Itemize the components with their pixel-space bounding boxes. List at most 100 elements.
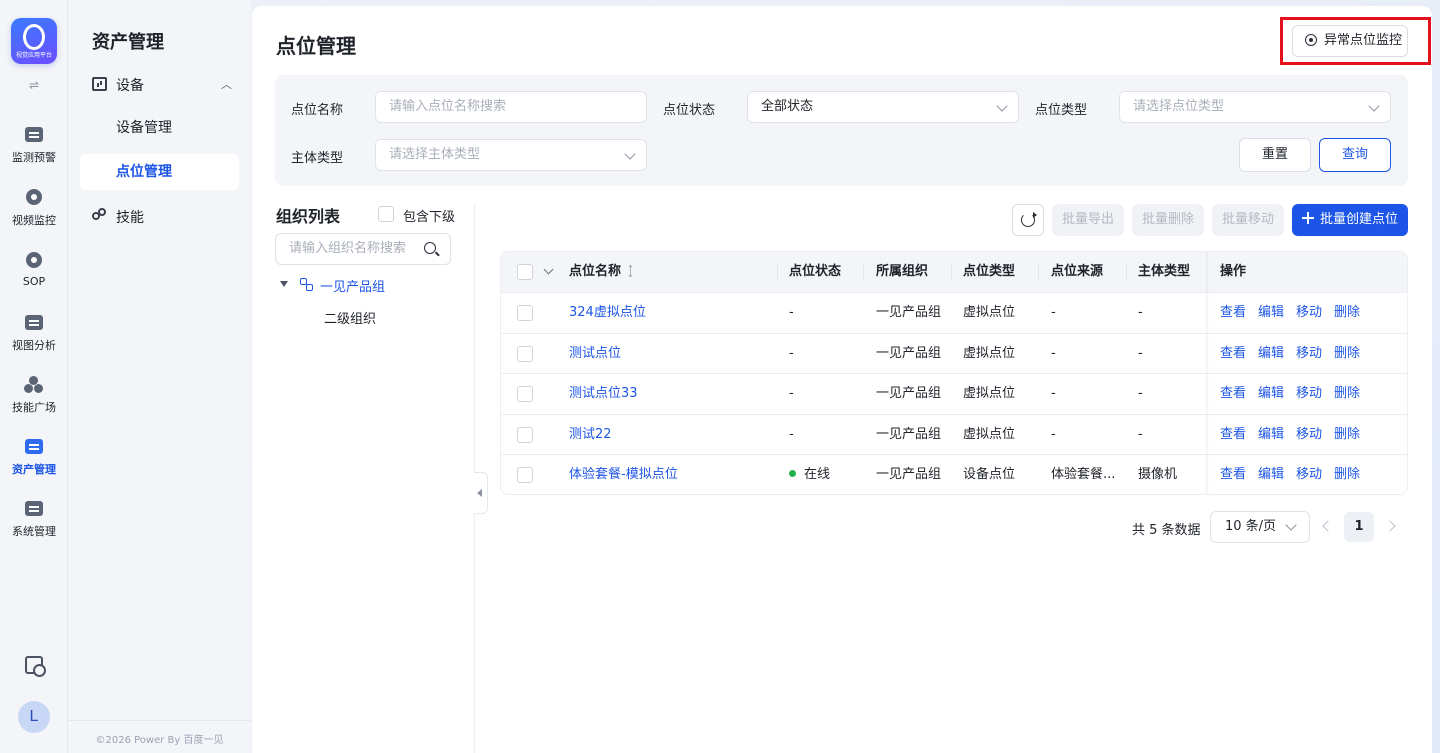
edit-link[interactable]: 编辑 (1258, 467, 1284, 482)
point-type-select[interactable]: 请选择点位类型 (1119, 91, 1391, 123)
batch-delete-button[interactable]: 批量删除 (1132, 204, 1204, 236)
main-panel: 点位管理 异常点位监控 点位名称 请输入点位名称搜索 点位状态 全部状态 点位类… (252, 6, 1432, 753)
move-link[interactable]: 移动 (1296, 467, 1322, 482)
page-size-value: 10 条/页 (1225, 519, 1277, 534)
rail-item-label: 视频监控 (12, 214, 56, 227)
prev-page-icon[interactable] (1322, 520, 1334, 532)
cell-source: - (1051, 386, 1056, 401)
app-logo[interactable]: 视觉应用平台 (11, 18, 57, 64)
delete-link[interactable]: 删除 (1334, 305, 1360, 320)
rail-item-sop[interactable]: SOP (0, 252, 68, 308)
cell-org: 一见产品组 (876, 345, 942, 361)
point-name-link[interactable]: 体验套餐-模拟点位 (569, 455, 678, 494)
view-link[interactable]: 查看 (1220, 467, 1246, 482)
row-actions: 查看 编辑 移动 删除 (1220, 293, 1372, 333)
move-link[interactable]: 移动 (1296, 305, 1322, 320)
rail-item-skill-square[interactable]: 技能广场 (0, 376, 68, 432)
search-icon[interactable] (424, 242, 436, 254)
abnormal-monitor-button[interactable]: 异常点位监控 (1292, 25, 1408, 57)
rail-item-monitoring[interactable]: 监测预警 (0, 126, 68, 182)
refresh-button[interactable] (1012, 204, 1044, 236)
sop-icon (24, 252, 44, 270)
skill-square-icon (24, 376, 44, 394)
point-name-link[interactable]: 测试点位33 (569, 374, 638, 414)
tree-node-root[interactable]: 一见产品组 (320, 276, 385, 295)
chevron-down-icon (1368, 100, 1380, 112)
sidebar-group-device[interactable]: 设备 ︿ (92, 74, 242, 96)
sidebar-item-skill[interactable]: 技能 (92, 206, 242, 228)
view-link[interactable]: 查看 (1220, 305, 1246, 320)
row-actions: 查看 编辑 移动 删除 (1220, 455, 1372, 494)
point-status-select[interactable]: 全部状态 (747, 91, 1019, 123)
query-button[interactable]: 查询 (1319, 138, 1391, 172)
org-list-title: 组织列表 (276, 207, 341, 226)
row-checkbox[interactable] (517, 467, 533, 483)
org-search-input[interactable]: 请输入组织名称搜索 (275, 233, 451, 265)
reset-button[interactable]: 重置 (1239, 138, 1311, 172)
camera-icon (24, 189, 44, 207)
batch-create-button[interactable]: 批量创建点位 (1292, 204, 1408, 236)
sort-icon[interactable]: ↑ ↓ (627, 265, 634, 279)
rail-item-video[interactable]: 视频监控 (0, 189, 68, 245)
delete-link[interactable]: 删除 (1334, 386, 1360, 401)
delete-link[interactable]: 删除 (1334, 427, 1360, 442)
page-size-select[interactable]: 10 条/页 (1210, 511, 1310, 543)
sidebar-item-device-management[interactable]: 设备管理 (80, 110, 239, 146)
cell-status: - (789, 345, 794, 361)
cell-source: - (1051, 426, 1056, 442)
view-link[interactable]: 查看 (1220, 346, 1246, 361)
point-name-link[interactable]: 324虚拟点位 (569, 293, 646, 333)
point-name-link[interactable]: 测试22 (569, 415, 612, 455)
rail-item-system[interactable]: 系统管理 (0, 500, 68, 556)
move-link[interactable]: 移动 (1296, 346, 1322, 361)
select-all-checkbox[interactable] (517, 264, 533, 280)
column-header-org: 所属组织 (876, 264, 929, 279)
row-checkbox[interactable] (517, 305, 533, 321)
cell-org: 一见产品组 (876, 467, 942, 482)
delete-link[interactable]: 删除 (1334, 346, 1360, 361)
delete-link[interactable]: 删除 (1334, 467, 1360, 482)
edit-link[interactable]: 编辑 (1258, 305, 1284, 320)
edit-link[interactable]: 编辑 (1258, 346, 1284, 361)
subject-type-select[interactable]: 请选择主体类型 (375, 139, 647, 171)
move-link[interactable]: 移动 (1296, 427, 1322, 442)
caret-down-icon[interactable] (280, 281, 288, 287)
chevron-down-icon[interactable] (543, 264, 554, 275)
view-link[interactable]: 查看 (1220, 427, 1246, 442)
avatar[interactable]: L (18, 701, 50, 733)
secondary-sidebar: 资产管理 设备 ︿ 设备管理 点位管理 技能 ©2026 Power By 百度… (68, 0, 251, 753)
cell-subject: 摄像机 (1138, 467, 1178, 482)
view-link[interactable]: 查看 (1220, 386, 1246, 401)
org-node-icon (300, 278, 314, 292)
point-name-input[interactable]: 请输入点位名称搜索 (375, 91, 647, 123)
edit-link[interactable]: 编辑 (1258, 386, 1284, 401)
row-actions: 查看 编辑 移动 删除 (1220, 415, 1372, 455)
abnormal-monitor-label: 异常点位监控 (1324, 33, 1403, 48)
rail-item-asset[interactable]: 资产管理 (0, 438, 68, 494)
page-number-current[interactable]: 1 (1344, 512, 1374, 542)
sidebar-group-label: 设备 (116, 78, 144, 94)
tree-node-child[interactable]: 二级组织 (324, 308, 376, 327)
history-icon[interactable] (25, 656, 46, 677)
column-header-type: 点位类型 (963, 264, 1016, 279)
monitor-chart-icon (24, 126, 44, 144)
row-checkbox[interactable] (517, 426, 533, 443)
point-name-link[interactable]: 测试点位 (569, 334, 621, 374)
fixed-column-shadow (1206, 252, 1209, 494)
batch-export-button[interactable]: 批量导出 (1052, 204, 1124, 236)
column-header-ops: 操作 (1220, 264, 1247, 279)
move-link[interactable]: 移动 (1296, 386, 1322, 401)
cell-type: 虚拟点位 (963, 386, 1016, 401)
row-checkbox[interactable] (517, 345, 533, 362)
edit-link[interactable]: 编辑 (1258, 427, 1284, 442)
row-checkbox[interactable] (517, 386, 533, 402)
rail-item-view-analysis[interactable]: 视图分析 (0, 314, 68, 370)
next-page-icon[interactable] (1384, 520, 1396, 532)
system-icon (24, 500, 44, 518)
sidebar-item-point-management[interactable]: 点位管理 (80, 154, 239, 190)
batch-move-button[interactable]: 批量移动 (1212, 204, 1284, 236)
include-sub-checkbox[interactable] (378, 206, 394, 222)
rail-collapse-icon[interactable]: ⇌ (26, 78, 42, 92)
collapse-panel-handle[interactable] (474, 472, 488, 514)
view-analysis-icon (24, 314, 44, 332)
